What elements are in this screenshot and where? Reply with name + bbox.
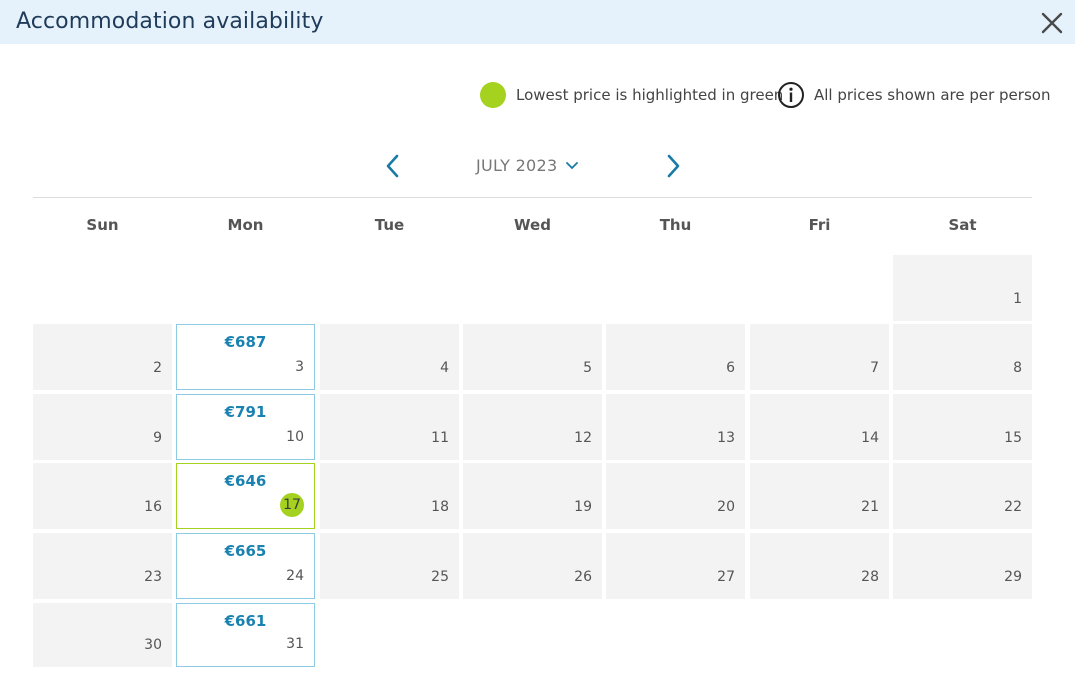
- day-number: 18: [431, 499, 449, 515]
- day-number: 20: [717, 499, 735, 515]
- day-number: 11: [431, 430, 449, 446]
- calendar-day-4: 4: [320, 324, 459, 390]
- day-number: 21: [861, 499, 879, 515]
- calendar-day-13: 13: [606, 394, 745, 460]
- calendar-day-21: 21: [750, 463, 889, 529]
- day-number: 5: [583, 360, 592, 376]
- weekday-mon: Mon: [227, 216, 264, 234]
- chevron-right-icon: [667, 154, 680, 178]
- calendar-day-5: 5: [463, 324, 602, 390]
- calendar-day-25: 25: [320, 533, 459, 599]
- close-icon: [1041, 12, 1063, 34]
- legend-per-person-text: All prices shown are per person: [814, 86, 1051, 104]
- calendar-day-18: 18: [320, 463, 459, 529]
- calendar-day-2: 2: [33, 324, 172, 390]
- day-price: €646: [224, 472, 267, 490]
- calendar-day-17[interactable]: €646 17: [176, 463, 315, 529]
- day-number: 12: [574, 430, 592, 446]
- day-number: 6: [726, 360, 735, 376]
- month-navigation: JULY 2023: [380, 150, 690, 182]
- day-number: 10: [286, 429, 304, 445]
- calendar-day-9: 9: [33, 394, 172, 460]
- day-number: 25: [431, 569, 449, 585]
- day-number: 30: [144, 637, 162, 653]
- chevron-left-icon: [386, 154, 399, 178]
- day-number: 7: [870, 360, 879, 376]
- dialog-header: Accommodation availability: [0, 0, 1075, 44]
- legend-lowest-price-text: Lowest price is highlighted in green: [516, 86, 784, 104]
- calendar-day-29: 29: [893, 533, 1032, 599]
- calendar-day-3[interactable]: €687 3: [176, 324, 315, 390]
- day-price: €661: [224, 612, 267, 630]
- calendar-day-28: 28: [750, 533, 889, 599]
- day-number: 19: [574, 499, 592, 515]
- calendar-day-27: 27: [606, 533, 745, 599]
- calendar-day-14: 14: [750, 394, 889, 460]
- calendar-day-6: 6: [606, 324, 745, 390]
- chevron-down-icon: [565, 161, 578, 169]
- day-number: 4: [440, 360, 449, 376]
- calendar-day-30: 30: [33, 603, 172, 667]
- day-number: 26: [574, 569, 592, 585]
- day-number: 23: [144, 569, 162, 585]
- weekday-sun: Sun: [86, 216, 119, 234]
- day-number: 16: [144, 499, 162, 515]
- calendar-day-10[interactable]: €791 10: [176, 394, 315, 460]
- weekday-wed: Wed: [514, 216, 551, 234]
- dialog-title: Accommodation availability: [16, 9, 324, 34]
- calendar-day-8: 8: [893, 324, 1032, 390]
- next-month-button[interactable]: [660, 152, 686, 180]
- weekday-tue: Tue: [374, 216, 405, 234]
- lowest-price-day-number: 17: [280, 493, 304, 517]
- calendar-day-16: 16: [33, 463, 172, 529]
- day-number: 29: [1004, 569, 1022, 585]
- weekday-sat: Sat: [948, 216, 977, 234]
- close-button[interactable]: [1040, 11, 1064, 35]
- calendar-day-12: 12: [463, 394, 602, 460]
- day-number: 9: [153, 430, 162, 446]
- calendar-day-7: 7: [750, 324, 889, 390]
- calendar-day-19: 19: [463, 463, 602, 529]
- day-price: €687: [224, 333, 267, 351]
- day-number: 28: [861, 569, 879, 585]
- calendar-day-11: 11: [320, 394, 459, 460]
- calendar-day-23: 23: [33, 533, 172, 599]
- day-price: €665: [224, 542, 267, 560]
- previous-month-button[interactable]: [380, 152, 406, 180]
- day-number: 1: [1013, 291, 1022, 307]
- calendar-day-15: 15: [893, 394, 1032, 460]
- day-number: 14: [861, 430, 879, 446]
- info-icon: [778, 82, 804, 108]
- day-price: €791: [224, 403, 267, 421]
- weekday-thu: Thu: [659, 216, 692, 234]
- calendar-day-31[interactable]: €661 31: [176, 603, 315, 667]
- calendar-day-1: 1: [893, 255, 1032, 321]
- month-label: JULY 2023: [476, 156, 558, 175]
- day-number: 13: [717, 430, 735, 446]
- day-number: 2: [153, 360, 162, 376]
- day-number: 22: [1004, 499, 1022, 515]
- weekday-fri: Fri: [808, 216, 831, 234]
- calendar-day-22: 22: [893, 463, 1032, 529]
- day-number: 24: [286, 568, 304, 584]
- legend-per-person: All prices shown are per person: [777, 82, 1050, 108]
- day-number: 27: [717, 569, 735, 585]
- day-number: 8: [1013, 360, 1022, 376]
- calendar-day-26: 26: [463, 533, 602, 599]
- month-selector[interactable]: JULY 2023: [476, 156, 578, 175]
- day-number: 3: [295, 359, 304, 375]
- legend-lowest-price: Lowest price is highlighted in green: [480, 82, 783, 108]
- day-number: 31: [286, 636, 304, 652]
- day-number: 15: [1004, 430, 1022, 446]
- calendar-divider: [33, 197, 1032, 198]
- green-dot-icon: [480, 82, 506, 108]
- calendar-day-24[interactable]: €665 24: [176, 533, 315, 599]
- calendar-day-20: 20: [606, 463, 745, 529]
